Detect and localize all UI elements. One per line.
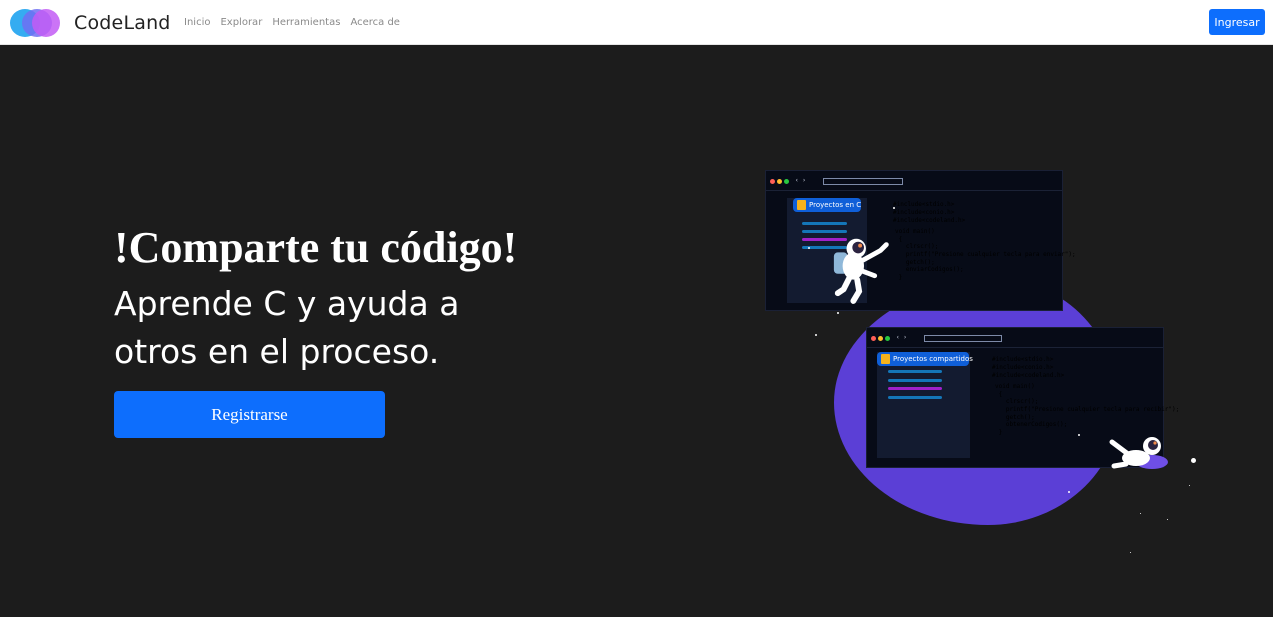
brand-link[interactable]: CodeLand (10, 7, 171, 39)
nav-link-herramientas[interactable]: Herramientas (272, 17, 340, 28)
folder-label: Proyectos compartidos (893, 355, 973, 363)
minimize-dot-icon (777, 179, 782, 184)
folder-icon (881, 354, 890, 364)
folder-chip: Proyectos compartidos (877, 352, 973, 366)
star-icon (1068, 491, 1070, 493)
code-main: void main() { (895, 228, 935, 243)
hero-illustration: ‹ › Proyectos en C #include<stdio.h> #in… (740, 160, 1260, 580)
folder-icon (797, 200, 806, 210)
star-icon (1189, 485, 1190, 486)
astronaut-floating-icon (1109, 437, 1168, 469)
minimize-dot-icon (878, 336, 883, 341)
close-dot-icon (770, 179, 775, 184)
window-titlebar: ‹ › (867, 328, 1163, 348)
code-main: void main() { (995, 383, 1035, 398)
hero-title: !Comparte tu código! (114, 223, 518, 272)
list-bar (888, 370, 942, 373)
list-bar (888, 396, 942, 399)
address-bar (823, 178, 903, 185)
star-icon (1167, 519, 1168, 520)
nav-link-acerca-de[interactable]: Acerca de (350, 17, 400, 28)
maximize-dot-icon (784, 179, 789, 184)
register-button[interactable]: Registrarse (114, 391, 385, 438)
nav-arrows-icon: ‹ › (795, 177, 806, 184)
list-bar (888, 387, 942, 390)
code-body: clrscr(); printf("Presione cualquier tec… (898, 243, 1076, 282)
brand-name: CodeLand (74, 12, 171, 34)
hero-subtitle: Aprende C y ayuda a otros en el proceso. (114, 284, 460, 371)
navbar: CodeLand Inicio Explorar Herramientas Ac… (0, 0, 1273, 45)
sidebar-panel (877, 352, 970, 458)
star-icon (1130, 552, 1131, 553)
maximize-dot-icon (885, 336, 890, 341)
address-bar (924, 335, 1002, 342)
star-icon (1140, 513, 1141, 514)
code-includes: #include<stdio.h> #include<conio.h> #inc… (893, 201, 966, 224)
codeland-logo-icon (10, 7, 62, 39)
star-icon (893, 207, 895, 209)
window-titlebar: ‹ › (766, 171, 1062, 191)
star-icon (808, 247, 810, 249)
list-bar (888, 379, 942, 382)
nav-link-explorar[interactable]: Explorar (220, 17, 262, 28)
folder-chip: Proyectos en C (793, 198, 861, 212)
nav-links: Inicio Explorar Herramientas Acerca de (184, 0, 410, 45)
list-bar (802, 222, 847, 225)
star-icon (815, 334, 817, 336)
nav-arrows-icon: ‹ › (896, 334, 907, 341)
folder-label: Proyectos en C (809, 201, 862, 209)
code-includes: #include<stdio.h> #include<conio.h> #inc… (992, 356, 1065, 379)
nav-link-inicio[interactable]: Inicio (184, 17, 210, 28)
login-button[interactable]: Ingresar (1209, 9, 1265, 35)
close-dot-icon (871, 336, 876, 341)
code-window-send: ‹ › Proyectos en C #include<stdio.h> #in… (765, 170, 1076, 311)
star-icon (1191, 458, 1196, 463)
star-icon (1078, 434, 1080, 436)
astronaut-icon (833, 238, 889, 304)
star-icon (837, 312, 839, 314)
